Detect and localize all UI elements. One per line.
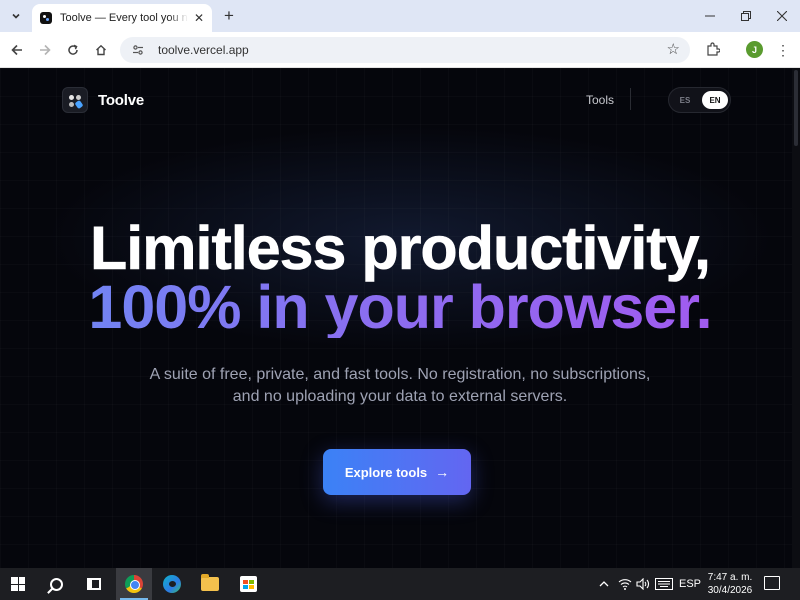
notifications-icon[interactable] [764,576,780,590]
store-icon [239,576,257,592]
clock-date: 30/4/2026 [707,585,753,596]
reload-icon [68,44,78,55]
browser-tab[interactable]: Toolve — Every tool you need, i ✕ [32,4,212,32]
lang-option-en[interactable]: EN [702,91,728,109]
toolve-favicon-icon [40,12,52,24]
close-tab-icon[interactable]: ✕ [192,11,206,25]
hero-title-line1: Limitless productivity, [90,214,711,282]
start-button[interactable] [0,568,36,600]
start-icon [11,577,25,591]
nav-divider [630,88,631,110]
lang-option-es[interactable]: ES [672,91,698,109]
toolve-logo-icon[interactable] [62,87,88,113]
home-icon [96,44,106,56]
url-text: toolve.vercel.app [158,43,249,57]
hero-subtitle-line1: A suite of free, private, and fast tools… [149,366,651,383]
close-window-button[interactable] [772,6,792,26]
minimize-icon [705,15,715,17]
scrollbar-thumb[interactable] [794,70,798,146]
edge-icon [163,575,181,593]
restore-icon [741,11,751,21]
taskbar-chrome[interactable] [116,568,152,600]
windows-taskbar: ESP 7:47 a. m. 30/4/2026 [0,568,800,600]
reload-button[interactable] [63,40,83,60]
volume-icon[interactable] [634,568,652,600]
file-explorer-icon [201,574,219,591]
tab-search-button[interactable] [6,6,26,26]
new-tab-button[interactable]: + [220,7,238,25]
tab-title: Toolve — Every tool you need, i [60,12,188,24]
extensions-puzzle-icon[interactable] [704,40,722,58]
bookmark-star-icon[interactable]: ☆ [667,41,680,59]
chrome-icon [125,575,143,593]
taskbar-store[interactable] [230,568,266,600]
arrow-left-icon [11,44,22,56]
taskbar-file-explorer[interactable] [192,568,228,600]
input-language[interactable]: ESP [678,568,702,600]
arrow-right-icon: → [435,464,450,480]
browser-toolbar: toolve.vercel.app ☆ J ⋮ [0,32,800,68]
hero-subtitle: A suite of free, private, and fast tools… [120,364,680,408]
home-button[interactable] [91,40,111,60]
taskbar-edge[interactable] [154,568,190,600]
wifi-icon[interactable] [616,568,634,600]
browser-titlebar: Toolve — Every tool you need, i ✕ + [0,0,800,32]
nav-link-tools[interactable]: Tools [586,93,614,107]
address-bar[interactable]: toolve.vercel.app ☆ [120,37,690,63]
hero-title-line2: 100% in your browser. [0,276,800,338]
arrow-right-icon [40,44,51,56]
search-button[interactable] [38,568,74,600]
explore-tools-label: Explore tools [344,464,428,480]
hero-subtitle-line2: and no uploading your data to external s… [232,388,568,405]
task-view-button[interactable] [76,568,112,600]
profile-avatar[interactable]: J [746,41,763,58]
brand-name[interactable]: Toolve [98,92,144,109]
search-icon [49,577,63,591]
forward-button[interactable] [35,40,55,60]
site-info-icon[interactable] [130,42,146,58]
keyboard-icon[interactable] [652,568,676,600]
language-switch: ES EN [668,87,731,113]
back-button[interactable] [7,40,27,60]
browser-menu-icon[interactable]: ⋮ [774,40,792,60]
chevron-down-icon [12,13,20,19]
system-clock[interactable]: 7:47 a. m. 30/4/2026 [704,571,756,597]
show-hidden-icons-chevron-icon[interactable] [596,568,612,600]
task-view-icon [87,578,101,590]
close-icon [777,11,787,21]
page-scrollbar[interactable] [792,68,800,568]
webpage: Toolve Tools ES EN Limitless productivit… [0,68,800,568]
explore-tools-button[interactable]: Explore tools → [323,449,471,495]
restore-button[interactable] [736,6,756,26]
clock-time: 7:47 a. m. [707,572,753,583]
minimize-button[interactable] [700,6,720,26]
